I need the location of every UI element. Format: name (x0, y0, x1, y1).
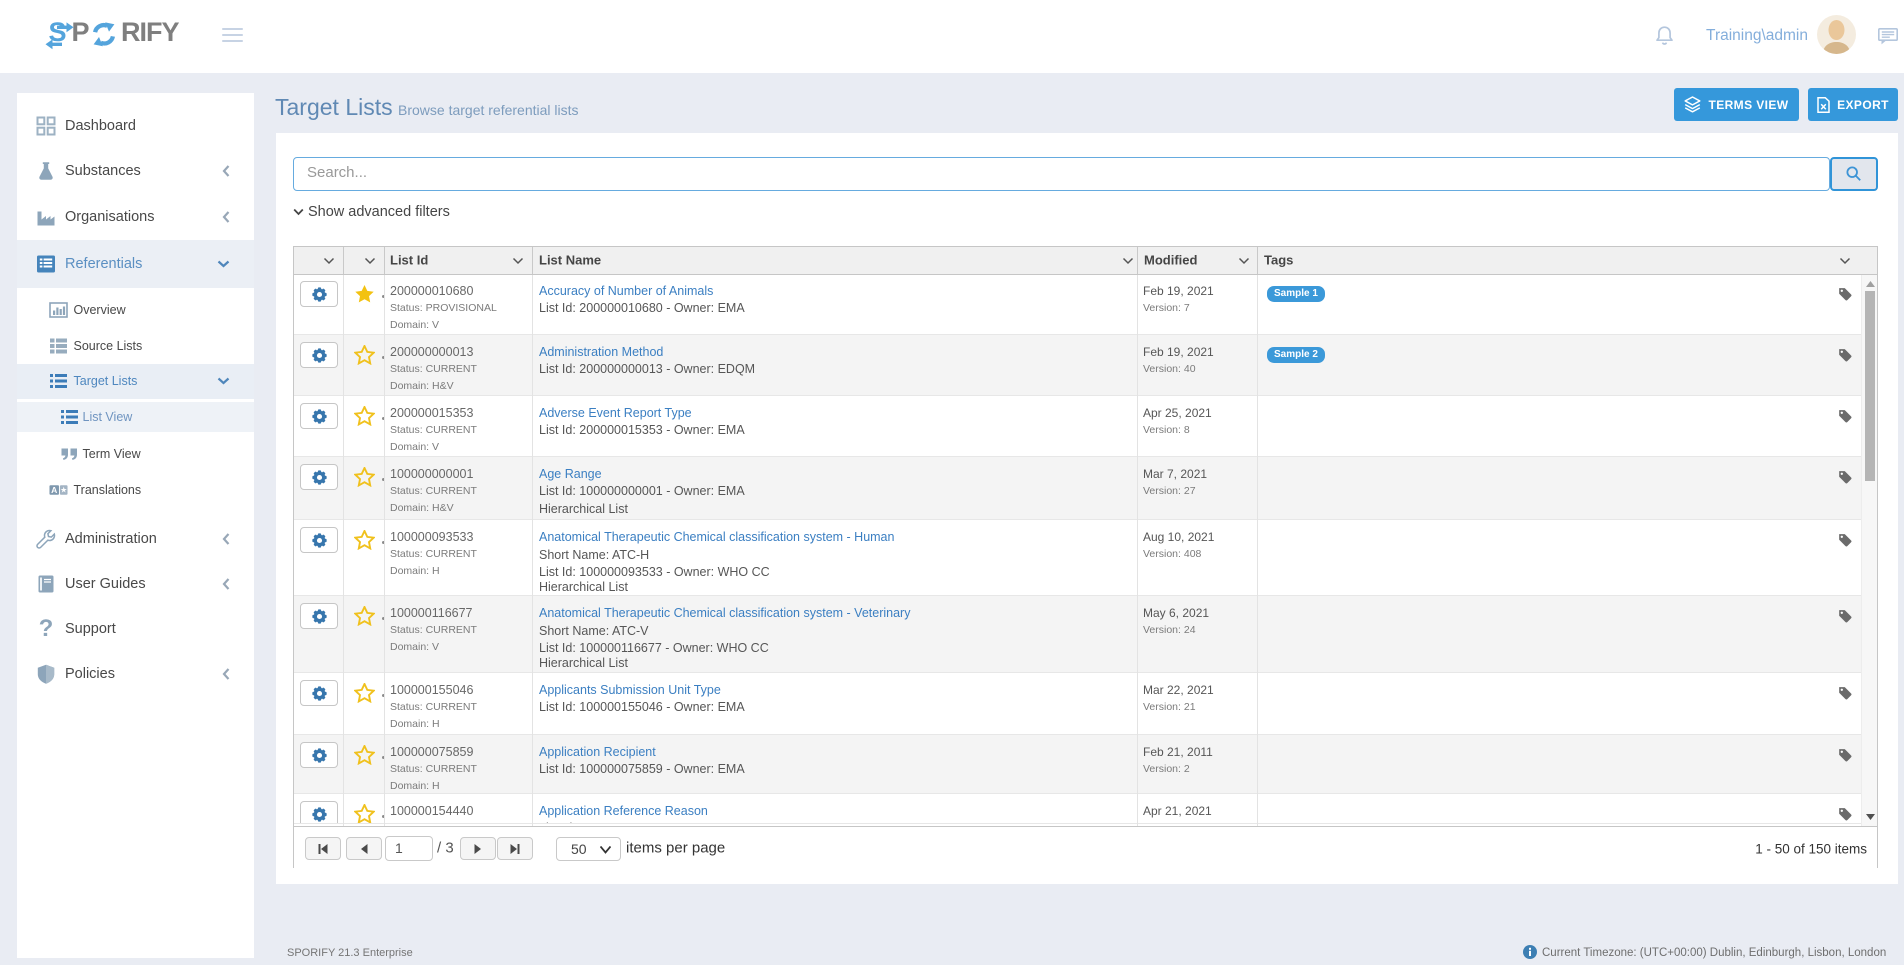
svg-text:★: ★ (60, 485, 67, 494)
svg-text:A: A (51, 484, 57, 494)
